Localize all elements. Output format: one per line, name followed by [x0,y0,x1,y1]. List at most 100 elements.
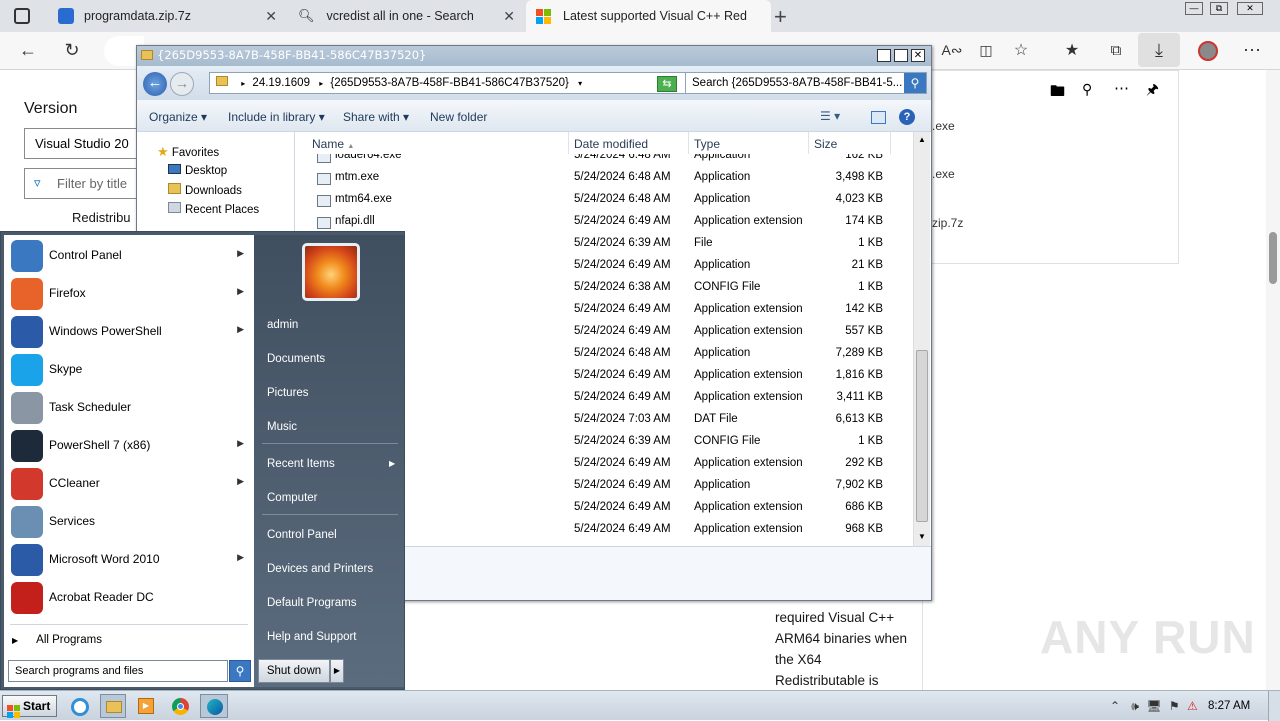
version-select[interactable]: Visual Studio 20 [24,128,144,159]
program-item[interactable]: PowerShell 7 (x86) ▶ [4,427,254,465]
breadcrumb[interactable]: ▸ 24.19.1609 ▸ {265D9553-8A7B-458F-BB41-… [209,72,721,94]
include-library-button[interactable]: Include in library ▾ [228,110,325,124]
tab-actions-icon[interactable] [14,8,30,24]
close-icon[interactable]: ✕ [265,8,277,25]
file-row[interactable]: mtm64.exe 5/24/2024 6:48 AM Application 4,0… [297,190,913,212]
column-header-name[interactable]: Name ▲ [307,132,569,154]
program-item[interactable]: Acrobat Reader DC [4,579,254,617]
volume-icon[interactable]: 🕪︎ [1131,699,1139,713]
open-folder-icon[interactable]: 🖿︎ [1050,81,1065,106]
column-header-date[interactable]: Date modified [569,132,689,154]
scroll-down-arrow-icon[interactable]: ▼ [914,529,930,545]
places-link[interactable]: Devices and Printers [262,559,400,581]
add-favorite-icon[interactable]: ☆ [1007,36,1035,64]
places-link[interactable]: Computer [262,488,400,510]
program-item[interactable]: Skype [4,351,254,389]
column-header-size[interactable]: Size [809,132,891,154]
nav-item-downloads[interactable]: Downloads [168,183,242,197]
page-scrollbar[interactable] [1266,70,1280,690]
scrollbar-thumb[interactable] [1269,232,1277,284]
favorites-group[interactable]: ★ Favorites [157,144,219,160]
preview-pane-icon[interactable] [871,111,886,124]
places-link[interactable]: Music [262,417,400,439]
tab-visual-cpp[interactable]: Latest supported Visual C++ Red [526,0,771,32]
breadcrumb-item[interactable]: {265D9553-8A7B-458F-BB41-586C47B37520} [330,77,569,89]
column-header-type[interactable]: Type [689,132,809,154]
pin-icon[interactable]: 🖈︎ [1146,79,1159,103]
scrollbar-thumb[interactable] [916,350,928,522]
breadcrumb-item[interactable]: 24.19.1609 [252,77,310,89]
redistributable-link[interactable]: Redistribu [72,210,131,225]
places-link[interactable]: admin [262,315,400,337]
share-with-button[interactable]: Share with ▾ [343,110,409,124]
new-folder-button[interactable]: New folder [430,110,487,124]
download-item[interactable]: .exe [932,119,955,133]
close-icon[interactable]: ✕ [503,8,515,25]
organize-button[interactable]: Organize ▾ [149,110,207,124]
view-options-icon[interactable]: ☰ ▾ [820,109,840,123]
close-button[interactable]: ✕ [911,49,925,62]
program-item[interactable]: Windows PowerShell ▶ [4,313,254,351]
clock[interactable]: 8:27 AM [1208,700,1250,712]
warning-icon[interactable]: ⚠ [1187,699,1198,713]
help-icon[interactable]: ? [899,109,915,125]
search-icon[interactable]: ⚲ [1082,81,1092,98]
nav-item-desktop[interactable]: Desktop [168,164,227,177]
program-item[interactable]: Control Panel ▶ [4,237,254,275]
user-picture[interactable] [302,243,360,301]
file-row[interactable]: loader64.exe 5/24/2024 6:48 AM Application… [297,154,913,168]
edge-taskbar-icon[interactable] [200,694,228,718]
places-link[interactable]: Default Programs [262,593,400,615]
downloads-icon[interactable]: ⤓ [1138,33,1180,67]
read-aloud-icon[interactable]: A∾ [938,36,966,64]
start-search-input[interactable]: Search programs and files [8,660,228,682]
file-list-scrollbar[interactable]: ▲ ▼ [913,132,930,546]
tab-programdata[interactable]: programdata.zip.7z ✕ [50,0,285,32]
places-link[interactable]: Help and Support [262,627,400,649]
refresh-icon[interactable]: ↻ [58,36,86,64]
program-item[interactable]: Firefox ▶ [4,275,254,313]
download-item[interactable]: .exe [932,167,955,181]
immersive-reader-icon[interactable]: ◫ [972,36,1000,64]
window-minimize-button[interactable]: — [1185,2,1203,15]
forward-button[interactable]: → [170,72,194,96]
window-maximize-button[interactable]: ⧉ [1210,2,1228,15]
chrome-icon[interactable] [172,698,189,715]
scroll-up-arrow-icon[interactable]: ▲ [914,132,930,148]
maximize-button[interactable] [894,49,908,62]
back-button[interactable]: ← [143,72,167,96]
more-options-icon[interactable]: ⋯ [1114,79,1129,97]
explorer-title-bar[interactable]: {265D9553-8A7B-458F-BB41-586C47B37520} ✕ [137,46,931,66]
program-item[interactable]: Services [4,503,254,541]
filter-input[interactable]: ▿ Filter by title [24,168,144,199]
search-icon[interactable]: ⚲ [904,73,926,93]
program-item[interactable]: Task Scheduler [4,389,254,427]
profile-avatar[interactable] [1198,41,1218,61]
places-link[interactable]: Documents [262,349,400,371]
chevron-down-icon[interactable]: ▾ [578,79,582,88]
new-tab-button[interactable]: + [774,4,787,30]
media-player-icon[interactable]: ▶ [138,698,154,714]
places-link[interactable]: Pictures [262,383,400,405]
places-link[interactable]: Control Panel [262,525,400,547]
download-item[interactable]: zip.7z [932,216,963,230]
shutdown-options-arrow-icon[interactable]: ▶ [330,659,344,683]
file-row[interactable]: mtm.exe 5/24/2024 6:48 AM Application 3,498… [297,168,913,190]
flag-icon[interactable]: ⚑ [1169,699,1180,713]
window-close-button[interactable]: ✕ [1237,2,1263,15]
start-button[interactable]: Start [2,695,57,718]
program-item[interactable]: Microsoft Word 2010 ▶ [4,541,254,579]
all-programs-button[interactable]: ▶ All Programs [12,634,102,646]
network-icon[interactable]: 🖥︎ [1146,699,1161,713]
minimize-button[interactable] [877,49,891,62]
shutdown-button[interactable]: Shut down [258,659,330,683]
explorer-search-input[interactable]: Search {265D9553-8A7B-458F-BB41-5... ⚲ [685,72,927,94]
tab-search[interactable]: 🔍︎ vcredist all in one - Search ✕ [288,0,523,32]
chevron-up-icon[interactable]: ⌃ [1110,699,1120,713]
nav-item-recent-places[interactable]: Recent Places [168,202,259,216]
ie-icon[interactable] [71,698,89,716]
program-item[interactable]: CCleaner ▶ [4,465,254,503]
show-desktop-button[interactable] [1268,691,1280,721]
favorites-icon[interactable]: ★ [1058,36,1086,64]
explorer-taskbar-icon[interactable] [100,694,126,718]
